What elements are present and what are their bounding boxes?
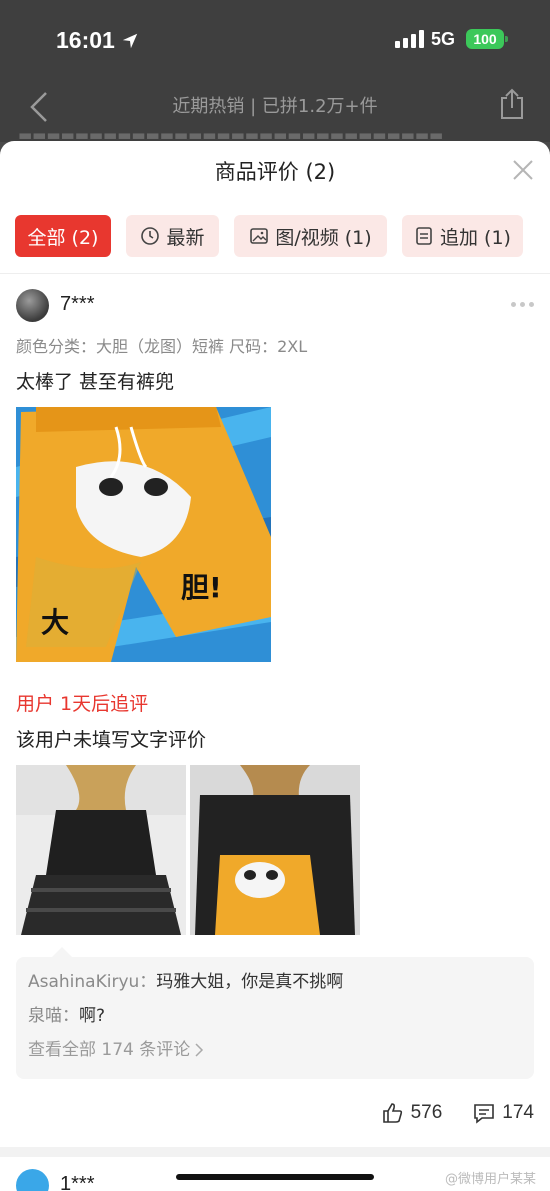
view-all-label: 查看全部 174 条评论: [28, 1040, 191, 1060]
filter-media-label: 图/视频 (1): [275, 226, 372, 249]
review-text: 太棒了 甚至有裤兜: [16, 371, 175, 393]
filter-latest-label: 最新: [166, 226, 205, 249]
filter-all[interactable]: 全部 (2): [15, 215, 111, 257]
home-indicator[interactable]: [176, 1174, 374, 1180]
comment-text: 啊?: [79, 1006, 106, 1026]
time-label: 16:01: [56, 27, 115, 53]
sheet-header: 商品评价 (2): [0, 141, 550, 199]
divider: [0, 273, 550, 274]
watermark: @微博用户某某: [444, 1172, 536, 1187]
more-options-icon[interactable]: [511, 302, 534, 307]
shorts-print-text-left: 大: [41, 606, 69, 639]
status-bar: 16:01 5G 100: [0, 0, 550, 78]
close-icon[interactable]: [512, 159, 534, 181]
filter-latest[interactable]: 最新: [126, 215, 219, 257]
review-spec: 颜色分类：大胆（龙图）短裤 尺码：2XL: [16, 337, 308, 356]
avatar[interactable]: [16, 289, 49, 322]
reviews-sheet: 商品评价 (2) 全部 (2) 最新 图/视频 (1) 追加 (1) 7*** …: [0, 141, 550, 1191]
app-title: 近期热销 | 已拼1.2万+件: [172, 96, 378, 117]
reply-button[interactable]: 174: [472, 1101, 534, 1125]
followup-text: 该用户未填写文字评价: [16, 729, 207, 751]
filter-media[interactable]: 图/视频 (1): [234, 215, 387, 257]
share-icon[interactable]: [498, 88, 526, 120]
avatar[interactable]: [16, 1169, 49, 1191]
signal-icon: [395, 30, 424, 48]
like-count: 576: [410, 1102, 443, 1123]
chevron-right-icon: [195, 1043, 204, 1057]
comment-text: 玛雅大姐，你是真不挑啊: [156, 972, 344, 992]
filter-followup-label: 追加 (1): [440, 226, 511, 249]
view-all-comments[interactable]: 查看全部 174 条评论: [28, 1037, 522, 1063]
review-username[interactable]: 7***: [60, 293, 94, 316]
review-photo-shorts[interactable]: 胆! 大: [16, 407, 271, 662]
filter-all-label: 全部 (2): [27, 226, 99, 249]
comment-icon: [474, 1104, 495, 1124]
thumbs-up-icon: [382, 1103, 402, 1123]
comment-line[interactable]: AsahinaKiryu：玛雅大姐，你是真不挑啊: [28, 969, 522, 1003]
location-arrow-icon: [122, 33, 138, 48]
image-icon: [250, 228, 269, 244]
section-separator: [0, 1147, 550, 1157]
background-content-peek: ▬▬▬▬▬▬▬▬▬▬▬▬▬▬▬▬▬▬▬▬▬▬▬▬▬▬▬▬▬▬: [18, 128, 444, 142]
review-username[interactable]: 1***: [60, 1173, 94, 1191]
battery-icon: 100: [466, 29, 508, 49]
reply-count: 174: [502, 1102, 534, 1123]
followup-title: 用户 1天后追评: [16, 693, 149, 715]
comment-user[interactable]: 泉喵：: [28, 1006, 79, 1026]
comment-box: AsahinaKiryu：玛雅大姐，你是真不挑啊 泉喵：啊? 查看全部 174 …: [16, 947, 534, 1079]
status-time: 16:01: [56, 27, 139, 54]
shorts-print-text-right: 胆!: [181, 571, 222, 604]
filter-bar: 全部 (2) 最新 图/视频 (1) 追加 (1): [15, 215, 523, 257]
clock-icon: [141, 227, 160, 245]
sheet-title: 商品评价 (2): [214, 160, 336, 184]
review-actions: 576 174: [381, 1101, 534, 1125]
like-button[interactable]: 576: [381, 1101, 443, 1125]
filter-followup[interactable]: 追加 (1): [402, 215, 523, 257]
comment-line[interactable]: 泉喵：啊?: [28, 1003, 522, 1037]
network-label: 5G: [431, 29, 456, 49]
list-icon: [416, 227, 432, 245]
review-photo-mirror[interactable]: [190, 765, 360, 935]
comment-user[interactable]: AsahinaKiryu：: [28, 972, 156, 992]
review-photo-dress[interactable]: [16, 765, 186, 935]
